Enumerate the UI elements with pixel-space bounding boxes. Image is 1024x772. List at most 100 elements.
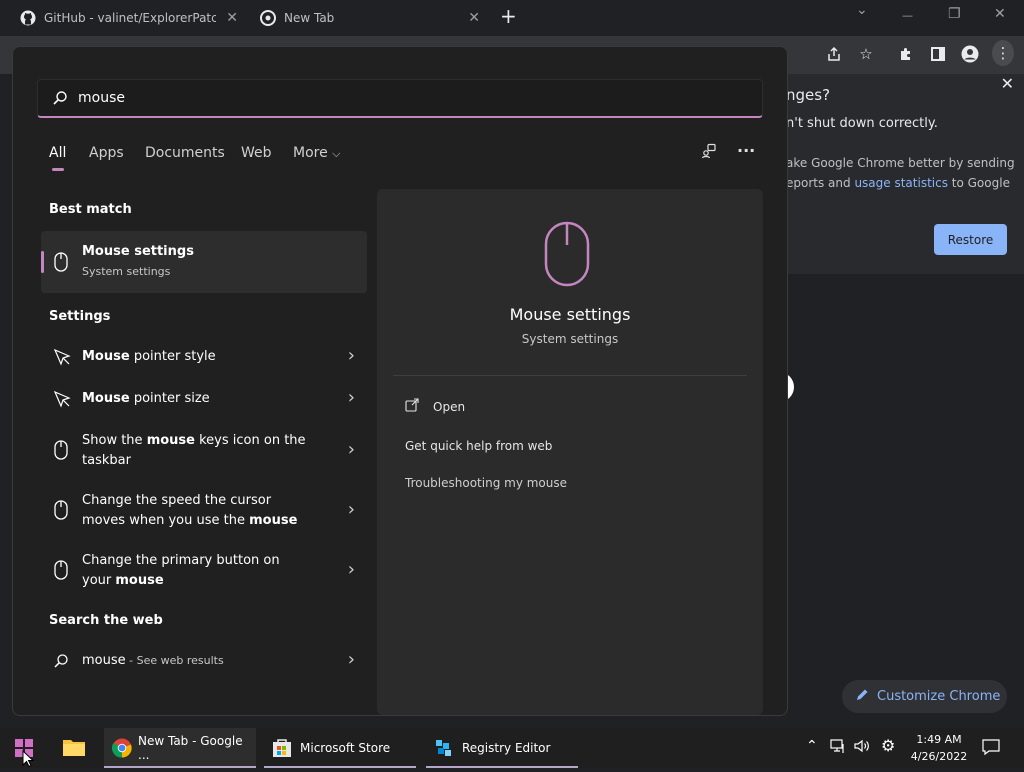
filter-apps[interactable]: Apps xyxy=(89,145,124,161)
restore-heading: nges? xyxy=(786,86,831,104)
show-hidden-icons-chevron-icon[interactable]: ⌃ xyxy=(806,738,818,754)
file-explorer-icon[interactable] xyxy=(62,737,86,761)
usage-statistics-link[interactable]: usage statistics xyxy=(854,176,948,190)
result-pre: Show the xyxy=(82,433,147,448)
more-options-icon[interactable]: ··· xyxy=(737,141,755,160)
best-match-heading: Best match xyxy=(49,202,132,217)
result-post: keys icon on the xyxy=(194,433,306,448)
result-pre: Change the primary button on xyxy=(82,553,280,568)
preview-divider xyxy=(393,375,747,376)
clock-time: 1:49 AM xyxy=(916,733,962,746)
chevron-right-icon: › xyxy=(347,559,355,580)
result-cursor-speed[interactable]: Change the speed the cursor moves when y… xyxy=(41,483,367,539)
result-label: Mouse pointer style xyxy=(82,347,216,367)
best-match-subtitle: System settings xyxy=(82,265,171,278)
taskbar-registry-editor[interactable]: Registry Editor xyxy=(426,728,578,768)
tab-github-close-icon[interactable]: ✕ xyxy=(226,10,238,26)
tab-new-tab[interactable]: New Tab ✕ xyxy=(250,0,488,36)
menu-kebab-icon[interactable]: ⋮ xyxy=(992,40,1014,66)
result-rest: pointer size xyxy=(129,391,210,406)
search-input[interactable] xyxy=(78,90,678,106)
bubble-close-icon[interactable]: ✕ xyxy=(1001,74,1014,93)
taskbar-chrome[interactable]: New Tab - Google ... xyxy=(104,728,256,768)
extensions-icon[interactable] xyxy=(896,44,916,64)
web-result-label: mouse - See web results xyxy=(82,651,224,671)
result-label: Change the primary button on your mouse xyxy=(82,551,280,591)
customize-chrome-button[interactable]: Customize Chrome xyxy=(842,680,1007,713)
restore-stats-suffix: to Google xyxy=(947,176,1010,190)
mouse-icon xyxy=(53,500,69,520)
taskbar-chrome-label: New Tab - Google ... xyxy=(138,734,243,762)
network-icon[interactable] xyxy=(830,738,846,758)
search-icon xyxy=(52,90,68,106)
customize-chrome-label: Customize Chrome xyxy=(877,689,1001,704)
tab-search-chevron-icon[interactable]: ⌄ xyxy=(856,2,868,18)
result-line2-pre: moves when you use the xyxy=(82,513,250,528)
chrome-icon xyxy=(260,10,276,26)
side-panel-icon[interactable] xyxy=(928,44,948,64)
settings-gear-icon[interactable]: ⚙ xyxy=(881,736,895,755)
result-line2-bold: mouse xyxy=(115,573,164,588)
profile-icon[interactable] xyxy=(960,44,980,64)
web-result-mouse[interactable]: mouse - See web results › xyxy=(41,641,367,681)
clock-date: 4/26/2022 xyxy=(910,750,968,763)
result-pre: Change the speed the cursor xyxy=(82,493,272,508)
filter-web[interactable]: Web xyxy=(241,145,272,161)
clock[interactable]: 1:49 AM 4/26/2022 xyxy=(908,731,970,765)
restore-pages-bubble: nges? n't shut down correctly. ake Googl… xyxy=(786,74,1024,274)
result-mouse-pointer-size[interactable]: Mouse pointer size › xyxy=(41,379,367,419)
result-line2: taskbar xyxy=(82,453,131,468)
web-query: mouse xyxy=(82,653,126,668)
open-action[interactable]: Open xyxy=(405,397,465,416)
share-icon[interactable] xyxy=(824,44,844,64)
restore-stats-line2: eports and usage statistics to Google xyxy=(786,176,1010,190)
pointer-style-icon xyxy=(53,348,71,366)
search-icon xyxy=(53,653,69,671)
selection-accent xyxy=(41,251,44,273)
result-mouse-keys-icon[interactable]: Show the mouse keys icon on the taskbar … xyxy=(41,423,367,479)
filter-more[interactable]: More ⌵ xyxy=(293,145,341,161)
result-mouse-pointer-style[interactable]: Mouse pointer style › xyxy=(41,337,367,377)
tab-new-tab-close-icon[interactable]: ✕ xyxy=(468,10,480,26)
restore-window-button[interactable]: ❐ xyxy=(948,6,961,22)
taskbar-regedit-label: Registry Editor xyxy=(462,741,551,755)
search-box[interactable] xyxy=(37,79,763,118)
connected-accounts-icon[interactable] xyxy=(701,143,717,163)
result-label: Mouse pointer size xyxy=(82,389,210,409)
mouse-icon xyxy=(53,560,69,580)
tab-new-tab-title: New Tab xyxy=(284,11,335,25)
mouse-icon xyxy=(53,440,69,460)
result-line2-bold: mouse xyxy=(249,513,298,528)
settings-heading: Settings xyxy=(49,309,111,324)
chevron-down-icon: ⌵ xyxy=(332,147,341,160)
chrome-icon xyxy=(112,738,132,758)
mouse-cursor-icon xyxy=(22,749,35,772)
result-label: Show the mouse keys icon on the taskbar xyxy=(82,431,306,471)
web-suffix: - See web results xyxy=(125,654,224,667)
chevron-right-icon: › xyxy=(347,387,355,408)
result-bold: Mouse xyxy=(82,349,130,364)
mouse-icon xyxy=(53,252,69,272)
notifications-icon[interactable] xyxy=(982,738,1000,760)
troubleshooting-link[interactable]: Troubleshooting my mouse xyxy=(405,476,567,490)
tab-github-title: GitHub - valinet/ExplorerPatcher xyxy=(44,11,216,25)
filter-documents[interactable]: Documents xyxy=(145,145,225,161)
taskbar-microsoft-store[interactable]: Microsoft Store xyxy=(264,728,416,768)
tab-github[interactable]: GitHub - valinet/ExplorerPatcher ✕ xyxy=(12,0,246,36)
result-bold: Mouse xyxy=(82,391,130,406)
volume-icon[interactable] xyxy=(854,738,870,758)
github-icon xyxy=(20,10,36,26)
filter-all[interactable]: All xyxy=(49,145,66,161)
chevron-right-icon: › xyxy=(347,649,355,670)
minimize-button[interactable]: — xyxy=(902,9,913,22)
new-tab-button[interactable]: + xyxy=(500,4,517,28)
restore-button[interactable]: Restore xyxy=(934,224,1007,255)
taskbar: New Tab - Google ... Microsoft Store Reg… xyxy=(0,728,1024,768)
best-match-item[interactable]: Mouse settings System settings xyxy=(41,231,367,293)
close-window-button[interactable]: ✕ xyxy=(994,6,1006,22)
result-primary-button[interactable]: Change the primary button on your mouse … xyxy=(41,543,367,599)
mouse-large-icon xyxy=(544,221,590,291)
chevron-right-icon: › xyxy=(347,439,355,460)
bookmark-star-icon[interactable]: ☆ xyxy=(856,44,876,64)
open-label: Open xyxy=(433,399,466,414)
